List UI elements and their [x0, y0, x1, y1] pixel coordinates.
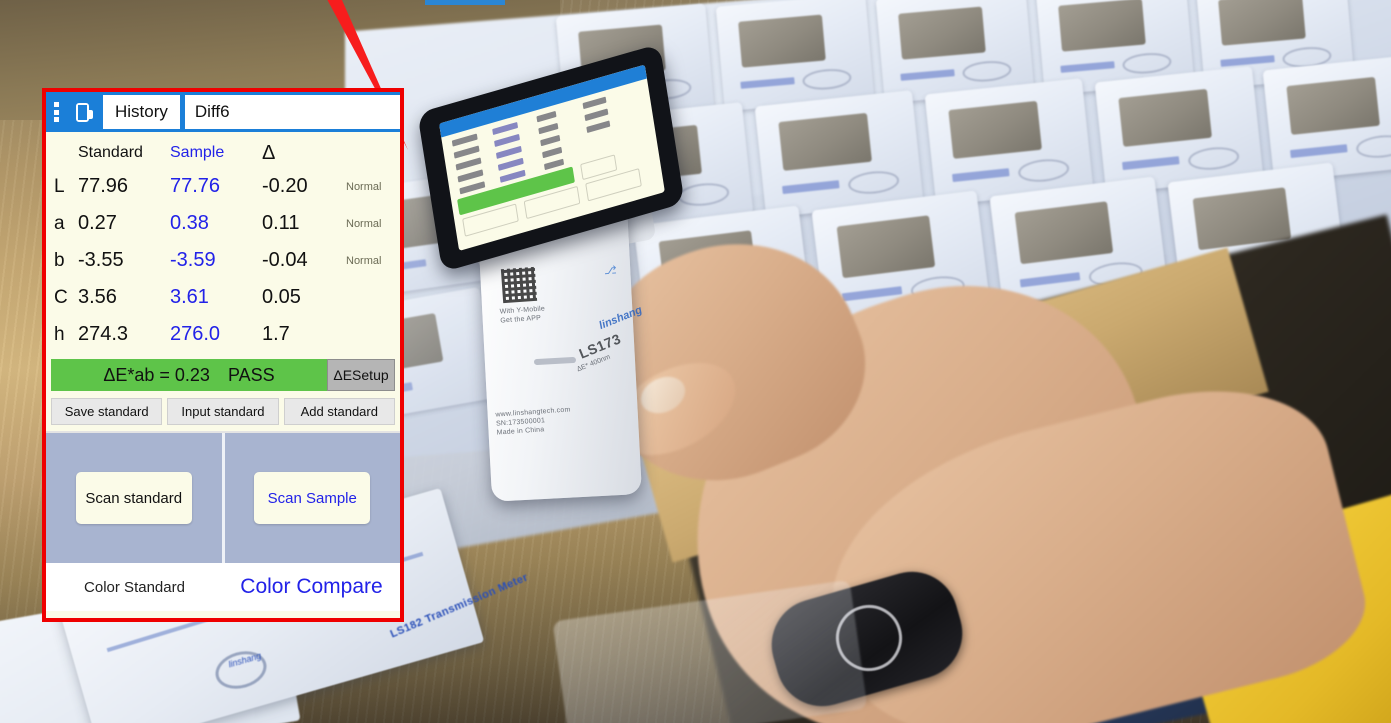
record-name-field-wrap: Save [184, 95, 400, 129]
record-name-input[interactable] [184, 102, 400, 122]
standard-button-row: Save standard Input standard Add standar… [51, 398, 395, 425]
table-row: b -3.55 -3.59 -0.04 Normal [46, 242, 400, 279]
row-key: h [54, 323, 65, 345]
add-standard-button[interactable]: Add standard [283, 398, 395, 425]
row-standard: 77.96 [78, 175, 129, 197]
app-titlebar: History Save [46, 92, 400, 132]
row-standard: 0.27 [78, 212, 117, 234]
sample-card [754, 90, 924, 218]
row-standard: 3.56 [78, 286, 117, 308]
table-row: C 3.56 3.61 0.05 [46, 279, 400, 316]
tab-color-standard[interactable]: Color Standard [46, 579, 223, 596]
scan-area: Scan standard Scan Sample [46, 431, 400, 563]
row-sample: 77.76 [170, 175, 221, 197]
qr-caption-line2: Get the APP [500, 314, 542, 325]
row-key: L [54, 175, 65, 197]
delta-e-setup-button[interactable]: ΔESetup [327, 359, 395, 391]
row-key: b [54, 249, 65, 271]
row-key: C [54, 286, 68, 308]
table-row: L 77.96 77.76 -0.20 Normal [46, 168, 400, 205]
table-row: h 274.3 276.0 1.7 [46, 316, 400, 353]
row-delta: 0.11 [262, 212, 300, 234]
qr-code-icon [500, 266, 538, 304]
row-status: Normal [346, 254, 382, 267]
row-delta: -0.20 [262, 175, 308, 197]
list-menu-icon[interactable] [54, 102, 62, 122]
row-delta: -0.04 [262, 249, 308, 271]
row-status: Normal [346, 180, 382, 193]
table-row: a 0.27 0.38 0.11 Normal [46, 205, 400, 242]
scan-standard-pane: Scan standard [46, 433, 222, 563]
qr-caption: With Y-Mobile Get the APP [499, 304, 546, 325]
header-standard: Standard [78, 144, 143, 161]
save-standard-button[interactable]: Save standard [51, 398, 163, 425]
row-sample: 3.61 [170, 286, 209, 308]
row-sample: 0.38 [170, 212, 209, 234]
device-print: www.linshangtech.com SN:173500001 Made i… [495, 405, 572, 437]
pass-fail-badge: PASS [227, 364, 275, 385]
scan-sample-button[interactable]: Scan Sample [254, 472, 371, 524]
sample-card [715, 0, 875, 112]
input-standard-button[interactable]: Input standard [167, 398, 279, 425]
table-header-row: Standard Sample Δ [46, 138, 400, 168]
bluetooth-icon: ⎇ [603, 264, 618, 278]
delta-e-result-bar[interactable]: ΔE*ab = 0.23 PASS [51, 359, 327, 391]
top-blue-tab [425, 0, 505, 5]
delta-e-value: ΔE*ab = 0.23 [103, 364, 210, 385]
header-delta: Δ [262, 141, 276, 164]
header-sample: Sample [170, 144, 225, 161]
bottom-tab-bar: Color Standard Color Compare [46, 563, 400, 611]
color-compare-app-panel: History Save Standard Sample Δ L 77.96 7… [42, 88, 404, 622]
row-key: a [54, 212, 65, 234]
row-delta: 0.05 [262, 286, 301, 308]
battery-icon [76, 102, 93, 122]
result-row: ΔE*ab = 0.23 PASS ΔESetup [51, 359, 395, 391]
screenshot-canvas: With Y-Mobile Get the APP www.linshangte… [0, 0, 1391, 723]
row-delta: 1.7 [262, 323, 290, 345]
row-standard: 274.3 [78, 323, 129, 345]
color-values-table: Standard Sample Δ L 77.96 77.76 -0.20 No… [46, 132, 400, 353]
row-standard: -3.55 [78, 249, 124, 271]
scan-standard-button[interactable]: Scan standard [75, 472, 192, 524]
tab-color-compare[interactable]: Color Compare [223, 575, 400, 599]
history-button[interactable]: History [103, 95, 180, 129]
row-sample: 276.0 [170, 323, 221, 345]
scan-sample-pane: Scan Sample [225, 433, 401, 563]
row-status: Normal [346, 217, 382, 230]
row-sample: -3.59 [170, 249, 216, 271]
